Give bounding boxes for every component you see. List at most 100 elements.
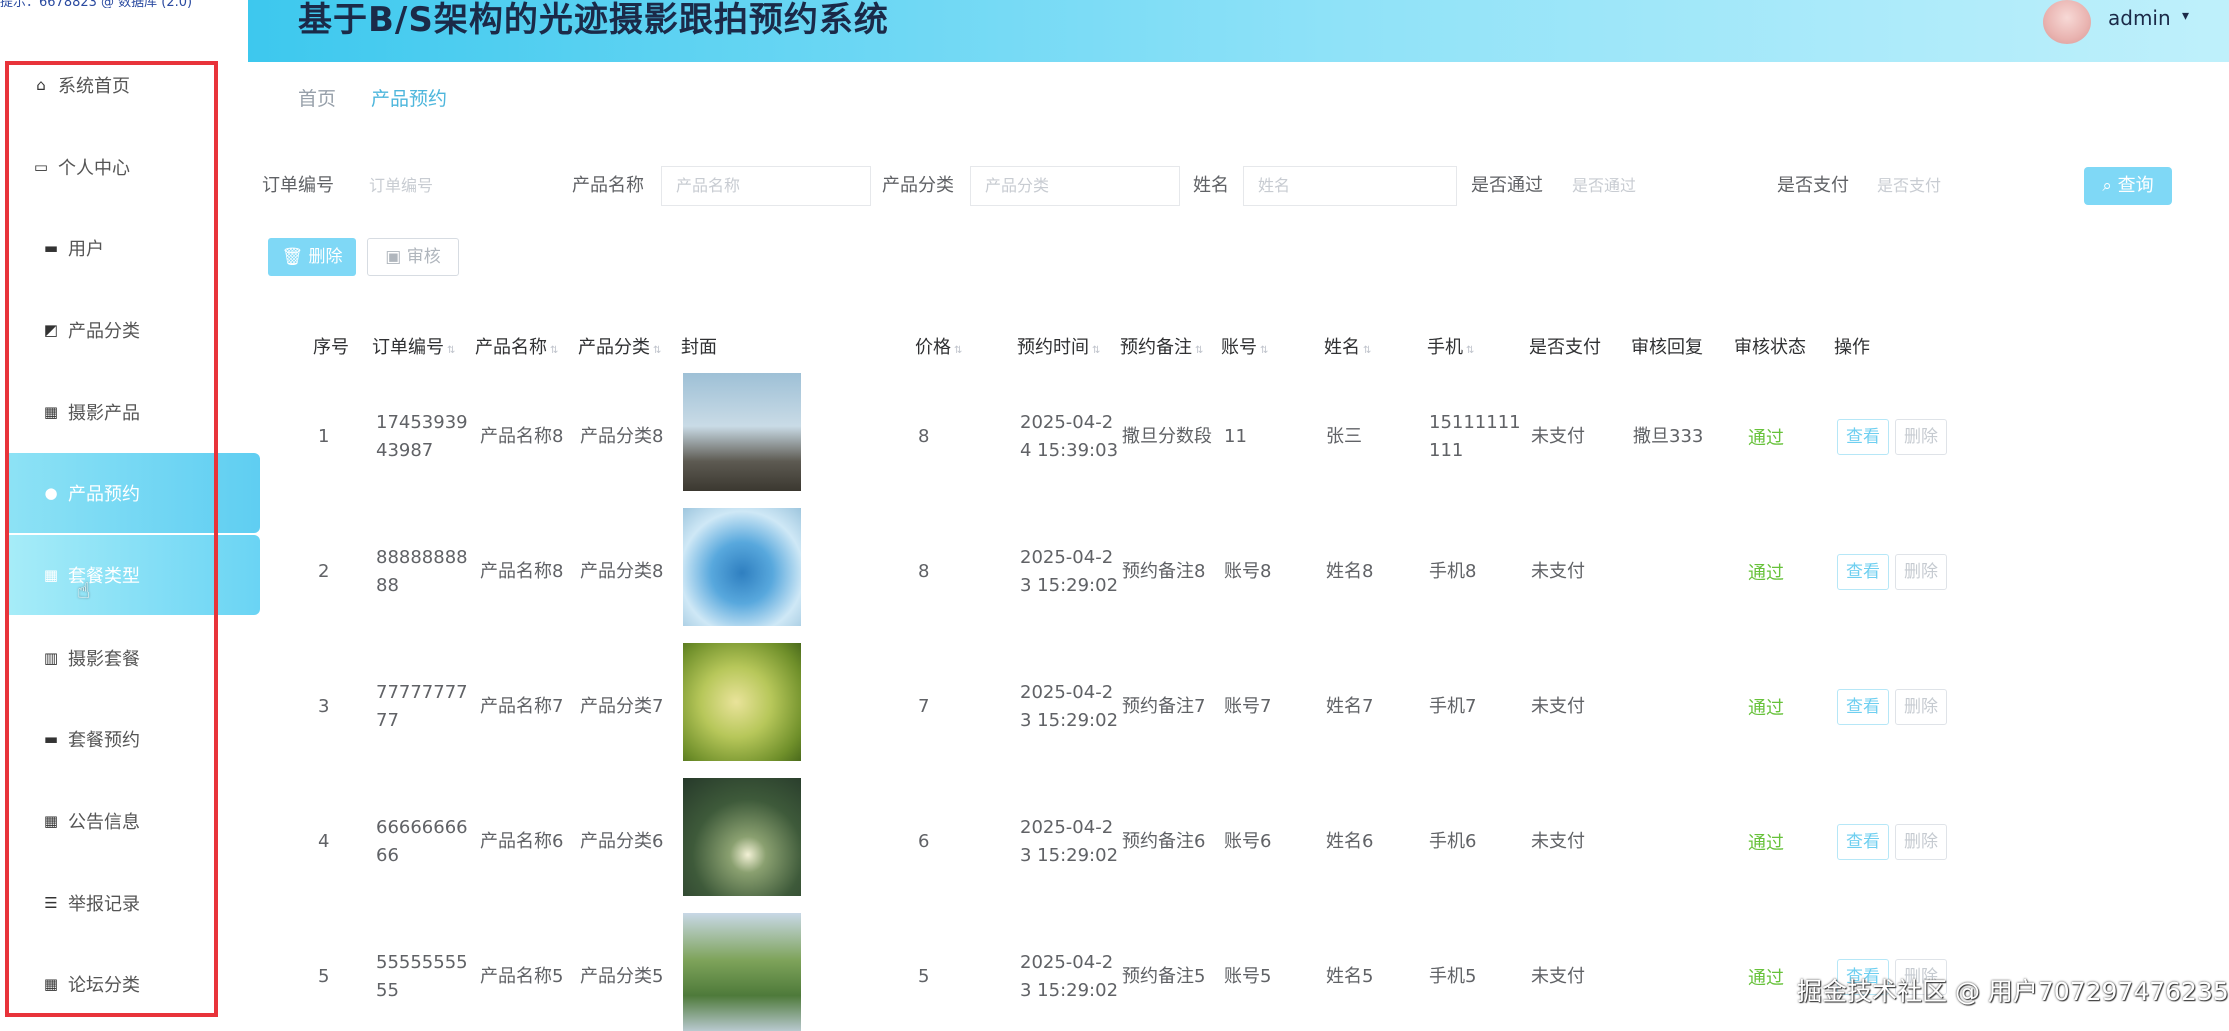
audit-status: 通过 bbox=[1748, 428, 1784, 449]
col-name[interactable]: 姓名 ⇅ bbox=[1324, 333, 1371, 359]
name-input[interactable]: 姓名 bbox=[1243, 166, 1457, 206]
breadcrumb-home[interactable]: 首页 bbox=[298, 84, 336, 111]
wallet-icon: ▬ bbox=[43, 730, 59, 748]
sidebar-item-photo-package[interactable]: ▥ 摄影套餐 bbox=[40, 618, 240, 698]
avatar[interactable] bbox=[2043, 0, 2091, 44]
row-index: 2 bbox=[318, 561, 330, 582]
delete-button[interactable]: 删除 bbox=[1895, 554, 1947, 590]
sidebar-item-notice[interactable]: ▦ 公告信息 bbox=[40, 781, 240, 861]
delete-button[interactable]: 删除 bbox=[1895, 689, 1947, 725]
audit-status: 通过 bbox=[1748, 698, 1784, 719]
sort-icon: ⇅ bbox=[1195, 345, 1204, 356]
account: 11 bbox=[1224, 426, 1247, 447]
product-category: 产品分类8 bbox=[580, 561, 664, 582]
account: 账号6 bbox=[1224, 831, 1272, 852]
col-order-no[interactable]: 订单编号 ⇅ bbox=[372, 333, 455, 359]
page-title: 基于B/S架构的光迹摄影跟拍预约系统 bbox=[298, 0, 889, 40]
audit-status: 通过 bbox=[1748, 833, 1784, 854]
product-category: 产品分类6 bbox=[580, 831, 664, 852]
audit-icon: ▣ bbox=[385, 247, 402, 267]
booking-time-line2: 3 15:29:02 bbox=[1020, 710, 1119, 731]
view-button[interactable]: 查看 bbox=[1837, 824, 1889, 860]
query-button[interactable]: ⌕ 查询 bbox=[2084, 167, 2172, 205]
sidebar-item-label: 产品预约 bbox=[68, 484, 140, 505]
sliders-icon: ☰ bbox=[44, 894, 58, 912]
customer-name: 姓名6 bbox=[1326, 831, 1374, 852]
audit-button[interactable]: ▣ 审核 bbox=[367, 238, 459, 276]
sidebar-item-product-booking[interactable]: ● 产品预约 bbox=[9, 453, 260, 533]
sidebar-item-home[interactable]: ⌂ 系统首页 bbox=[30, 45, 230, 125]
product-name: 产品名称6 bbox=[480, 831, 564, 852]
sidebar: 提示：6678823 @ 数据库 (2.0) ⌂ 系统首页 ▭ 个人中心 ▬ 用… bbox=[0, 0, 260, 1029]
product-name-input[interactable]: 产品名称 bbox=[661, 166, 871, 206]
account: 账号8 bbox=[1224, 561, 1272, 582]
col-price[interactable]: 价格 ⇅ bbox=[915, 333, 962, 359]
sort-icon: ⇅ bbox=[1260, 345, 1269, 356]
sidebar-item-label: 个人中心 bbox=[58, 158, 130, 179]
product-category: 产品分类8 bbox=[580, 426, 664, 447]
col-phone[interactable]: 手机 ⇅ bbox=[1427, 333, 1474, 359]
chart-icon: ◩ bbox=[43, 321, 59, 339]
header-bar: 基于B/S架构的光迹摄影跟拍预约系统 admin ▾ bbox=[248, 0, 2229, 62]
breadcrumb-current: 产品预约 bbox=[371, 88, 448, 110]
sort-icon: ⇅ bbox=[550, 345, 559, 356]
paid-status: 未支付 bbox=[1531, 831, 1585, 852]
sidebar-item-users[interactable]: ▬ 用户 bbox=[40, 208, 240, 288]
order-no-input[interactable]: 订单编号 bbox=[354, 166, 564, 206]
booking-remark: 撒旦分数段 bbox=[1122, 426, 1212, 447]
product-name: 产品名称8 bbox=[480, 426, 564, 447]
passed-select[interactable]: 是否通过 bbox=[1557, 166, 1757, 206]
pointer-cursor-icon: ☝ bbox=[77, 579, 91, 604]
customer-name: 张三 bbox=[1326, 426, 1362, 447]
view-button[interactable]: 查看 bbox=[1837, 419, 1889, 455]
col-time[interactable]: 预约时间 ⇅ bbox=[1017, 333, 1100, 359]
customer-name: 姓名5 bbox=[1326, 966, 1374, 987]
cover-image bbox=[683, 373, 801, 491]
sidebar-item-product-category[interactable]: ◩ 产品分类 bbox=[40, 290, 240, 370]
view-button[interactable]: 查看 bbox=[1837, 554, 1889, 590]
order-no-line1: 17453939 bbox=[376, 412, 468, 433]
product-name: 产品名称8 bbox=[480, 561, 564, 582]
sidebar-item-forum-category[interactable]: ▦ 论坛分类 bbox=[40, 944, 240, 1024]
trash-icon: 🗑 bbox=[281, 247, 304, 267]
booking-time-line1: 2025-04-2 bbox=[1020, 547, 1114, 568]
col-category[interactable]: 产品分类 ⇅ bbox=[578, 333, 661, 359]
customer-name: 姓名7 bbox=[1326, 696, 1374, 717]
sidebar-item-label: 公告信息 bbox=[68, 812, 140, 833]
order-no-line2: 88 bbox=[376, 575, 399, 596]
cover-image bbox=[683, 913, 801, 1031]
paid-label: 是否支付 bbox=[1777, 175, 1849, 196]
passed-label: 是否通过 bbox=[1471, 175, 1543, 196]
price: 7 bbox=[918, 696, 930, 717]
product-category: 产品分类5 bbox=[580, 966, 664, 987]
sidebar-item-report[interactable]: ☰ 举报记录 bbox=[40, 863, 240, 943]
category-input[interactable]: 产品分类 bbox=[970, 166, 1180, 206]
top-strip-text: 提示：6678823 @ 数据库 (2.0) bbox=[0, 0, 193, 8]
paid-select[interactable]: 是否支付 bbox=[1862, 166, 2062, 206]
cover-image bbox=[683, 778, 801, 896]
sort-icon: ⇅ bbox=[954, 345, 963, 356]
sidebar-item-package-type[interactable]: ▦ 套餐类型 ☝ bbox=[9, 535, 260, 615]
col-remark[interactable]: 预约备注 ⇅ bbox=[1120, 333, 1203, 359]
book-icon: ▥ bbox=[43, 649, 59, 667]
name-label: 姓名 bbox=[1193, 175, 1229, 196]
delete-button[interactable]: 删除 bbox=[1895, 419, 1947, 455]
username[interactable]: admin bbox=[2108, 6, 2171, 30]
col-status: 审核状态 bbox=[1734, 337, 1806, 358]
sidebar-item-photo-product[interactable]: ▦ 摄影产品 bbox=[40, 372, 240, 452]
order-no-line1: 55555555 bbox=[376, 952, 468, 973]
search-icon: ⌕ bbox=[2102, 176, 2112, 196]
sidebar-item-package-booking[interactable]: ▬ 套餐预约 bbox=[40, 699, 240, 779]
booking-time-line1: 2025-04-2 bbox=[1020, 952, 1114, 973]
booking-time-line2: 4 15:39:03 bbox=[1020, 440, 1119, 461]
sort-icon: ⇅ bbox=[1466, 345, 1475, 356]
sidebar-item-profile[interactable]: ▭ 个人中心 bbox=[30, 127, 230, 207]
col-account[interactable]: 账号 ⇅ bbox=[1221, 333, 1268, 359]
col-product-name[interactable]: 产品名称 ⇅ bbox=[475, 333, 558, 359]
delete-button[interactable]: 删除 bbox=[1895, 824, 1947, 860]
col-cover: 封面 bbox=[681, 337, 717, 358]
view-button[interactable]: 查看 bbox=[1837, 689, 1889, 725]
batch-delete-button[interactable]: 🗑 删除 bbox=[268, 238, 356, 276]
chevron-down-icon[interactable]: ▾ bbox=[2182, 8, 2189, 24]
booking-time-line2: 3 15:29:02 bbox=[1020, 575, 1119, 596]
